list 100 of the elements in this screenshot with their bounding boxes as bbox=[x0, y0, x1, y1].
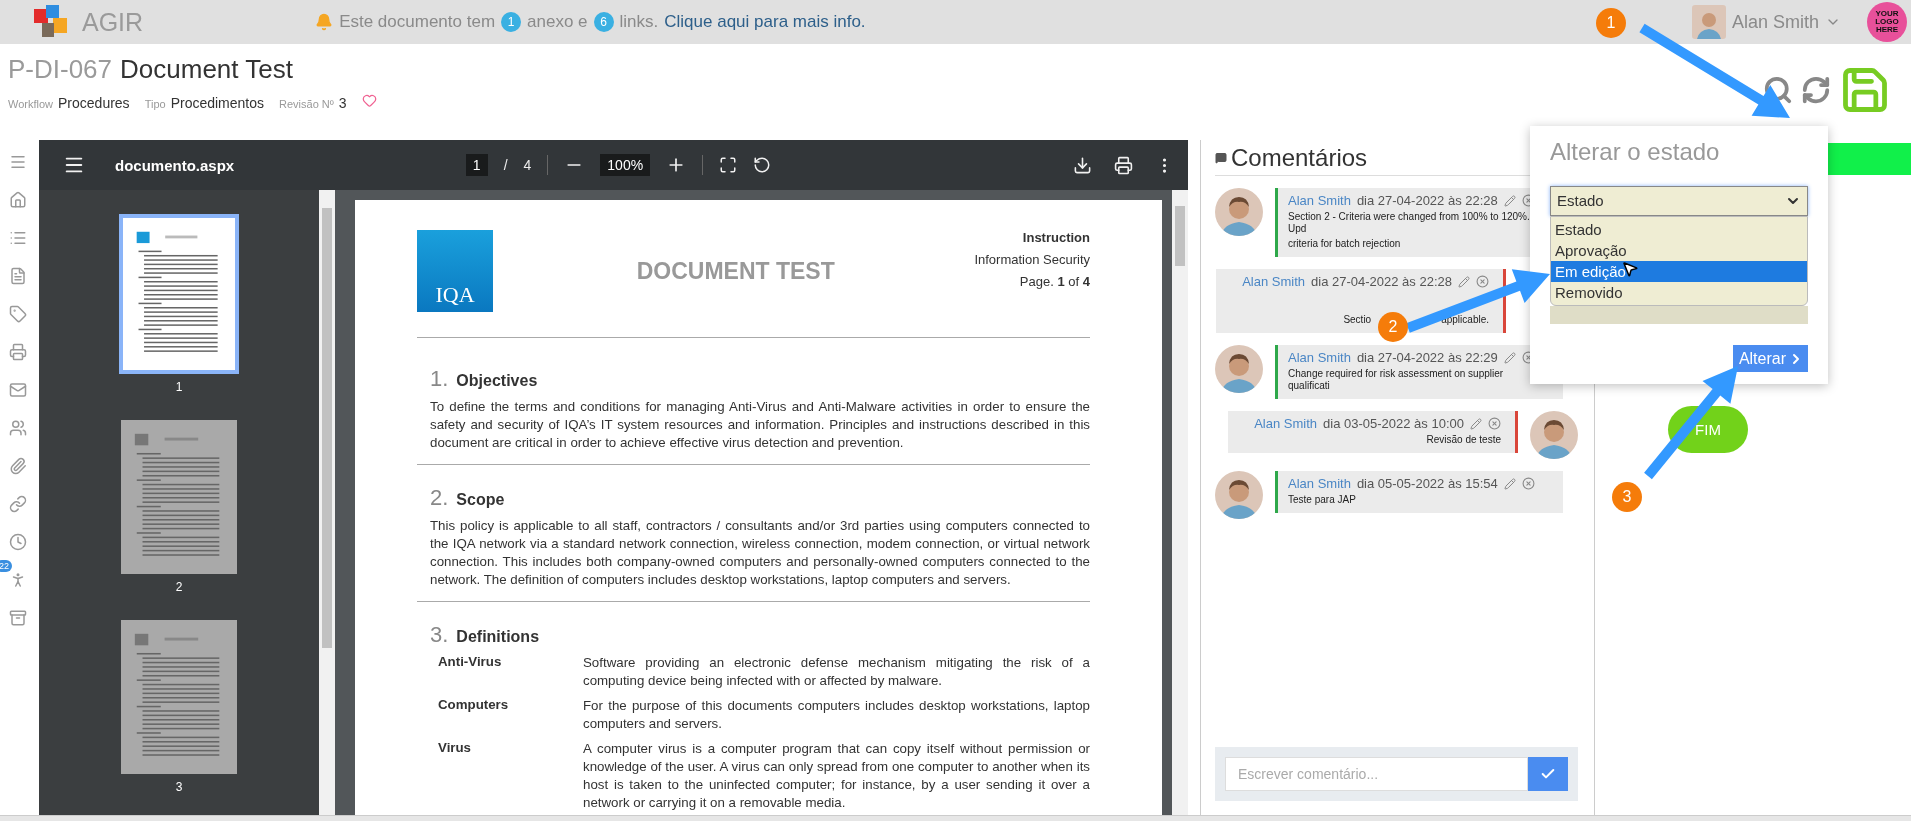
page-number-field[interactable]: 1 bbox=[465, 154, 488, 176]
option[interactable]: Estado bbox=[1551, 218, 1807, 240]
notice-text: Este documento tem bbox=[339, 12, 496, 32]
attachment-count: 1 bbox=[501, 12, 522, 32]
tag-icon[interactable] bbox=[9, 305, 27, 323]
comment-text: Sectio bbox=[1343, 314, 1372, 326]
meta-label: Workflow bbox=[8, 98, 54, 110]
comment-author[interactable]: Alan Smith bbox=[1288, 350, 1351, 365]
comment-author[interactable]: Alan Smith bbox=[1288, 476, 1351, 491]
comment-author[interactable]: Alan Smith bbox=[1242, 274, 1306, 289]
zoom-field[interactable]: 100% bbox=[600, 154, 651, 176]
archive-icon[interactable] bbox=[9, 609, 27, 627]
delete-icon[interactable] bbox=[1488, 417, 1501, 430]
iqa-logo: IQA bbox=[417, 230, 493, 312]
section-number: 3. bbox=[430, 622, 449, 648]
definition-text: For the purpose of this documents computers includes desktop workstations, laptop computers and servers. bbox=[583, 697, 1090, 733]
user-avatar[interactable] bbox=[1691, 5, 1726, 39]
scrollbar[interactable] bbox=[319, 190, 335, 815]
edit-icon[interactable] bbox=[1458, 275, 1470, 288]
download-icon[interactable] bbox=[1073, 155, 1092, 175]
option[interactable]: Aprovação bbox=[1551, 239, 1807, 261]
mail-icon[interactable] bbox=[9, 381, 27, 399]
meta-label: Tipo bbox=[144, 98, 166, 110]
popover-title: Alterar o estado bbox=[1550, 138, 1721, 166]
page-thumbnail[interactable] bbox=[119, 214, 239, 374]
file-name: documento.aspx bbox=[115, 156, 235, 174]
people-icon[interactable] bbox=[9, 419, 27, 437]
definition-term: Anti-Virus bbox=[438, 654, 503, 671]
home-icon[interactable] bbox=[9, 191, 27, 209]
page-indicator: Page. 1 of 4 bbox=[1019, 274, 1090, 289]
notice-text: anexo e bbox=[527, 12, 588, 32]
count-badge: 22 bbox=[0, 560, 12, 572]
delete-icon[interactable] bbox=[1521, 477, 1535, 490]
more-info-link[interactable]: Clique aqui para mais info. bbox=[664, 12, 866, 32]
section-title: Objectives bbox=[456, 372, 538, 390]
edit-icon[interactable] bbox=[1470, 417, 1482, 430]
page-thumbnail[interactable] bbox=[121, 420, 237, 574]
section-text: This policy is applicable to all staff, contractors / consultants and/or 3rd parties using computers connected to the IQA network via a standard network connection, wireless connection, modem connection, or virtual network connection. This includes both company-owned computers and personally-owned computers connected to the network. The definition of computers includes desktop workstations, laptop computers and servers. bbox=[430, 517, 1090, 589]
comment-text: Revisão de teste bbox=[1426, 434, 1501, 446]
thumbnail-label: 1 bbox=[175, 380, 183, 394]
document-heading: DOCUMENT TEST bbox=[635, 258, 836, 285]
comments-icon bbox=[1215, 151, 1227, 164]
comment-date: dia 27-04-2022 às 22:28 bbox=[1356, 193, 1498, 208]
user-name[interactable]: Alan Smith bbox=[1731, 11, 1819, 33]
app-logo bbox=[34, 5, 68, 39]
link-icon[interactable] bbox=[9, 495, 27, 513]
state-select[interactable]: Estado bbox=[1550, 186, 1808, 216]
page-separator: / bbox=[503, 157, 508, 173]
print-icon[interactable] bbox=[1114, 155, 1133, 175]
app-name: AGIR bbox=[82, 7, 144, 37]
comment-author[interactable]: Alan Smith bbox=[1288, 193, 1351, 208]
printer-icon[interactable] bbox=[9, 343, 27, 361]
definition-text: A computer virus is a computer program that can copy itself without permission or knowledge of the user. A virus can only spread from one computer to another when its host is taken to the uninfected computer; for instance, by a user sending it over a network or carrying it on a removable media. bbox=[583, 740, 1090, 812]
option[interactable]: Removido bbox=[1551, 281, 1807, 303]
clock-icon[interactable] bbox=[9, 533, 27, 551]
change-button[interactable]: Alterar bbox=[1732, 345, 1808, 372]
comment-author[interactable]: Alan Smith bbox=[1254, 416, 1318, 431]
step-badge: 2 bbox=[1378, 312, 1408, 342]
section-title: Definitions bbox=[456, 628, 540, 646]
section-number: 2. bbox=[430, 485, 449, 511]
thumbnail-label: 2 bbox=[175, 580, 183, 594]
document-code: P-DI-067 bbox=[8, 54, 113, 85]
edit-icon[interactable] bbox=[1503, 194, 1516, 207]
meta-value: Procedures bbox=[58, 95, 130, 111]
edit-icon[interactable] bbox=[1503, 477, 1516, 490]
comment-date: dia 03-05-2022 às 10:00 bbox=[1323, 416, 1464, 431]
thumbnail-label: 3 bbox=[175, 780, 183, 794]
edit-icon[interactable] bbox=[1503, 351, 1516, 364]
scrollbar[interactable] bbox=[1172, 190, 1188, 815]
favorite-heart-icon[interactable] bbox=[361, 93, 377, 108]
comment-date: dia 27-04-2022 às 22:29 bbox=[1356, 350, 1498, 365]
rotate-icon[interactable] bbox=[753, 156, 772, 174]
document-icon[interactable] bbox=[9, 267, 27, 285]
send-button[interactable] bbox=[1528, 757, 1568, 791]
meta-label: Revisão Nº bbox=[279, 98, 334, 110]
notice-text: links. bbox=[619, 12, 659, 32]
comment-input[interactable]: Escrever comentário... bbox=[1225, 757, 1528, 791]
comment-text: Change required for risk assessment on supplier qualificati bbox=[1288, 368, 1505, 392]
option[interactable]: Em edição bbox=[1551, 260, 1807, 282]
definition-term: Computers bbox=[438, 697, 510, 714]
page-thumbnail[interactable] bbox=[121, 620, 237, 774]
comments-title: Comentários bbox=[1231, 143, 1368, 172]
delete-icon[interactable] bbox=[1476, 275, 1489, 288]
document-title: Document Test bbox=[120, 54, 293, 85]
list-icon[interactable] bbox=[9, 229, 27, 247]
link-count: 6 bbox=[593, 12, 614, 32]
meta-value: 3 bbox=[338, 95, 347, 111]
paperclip-icon[interactable] bbox=[9, 457, 27, 475]
refresh-icon[interactable] bbox=[1801, 75, 1831, 105]
definition-text: Software providing an electronic defense mechanism mitigating the risk of a computing device being infected with or affected by malware. bbox=[583, 654, 1090, 690]
fit-page-icon[interactable] bbox=[719, 156, 738, 174]
comment-text: Teste para JAP bbox=[1288, 494, 1356, 506]
bell-icon bbox=[315, 13, 334, 31]
comment-text: applicable. bbox=[1441, 314, 1489, 326]
document-type: Instruction bbox=[1022, 230, 1090, 245]
comment-text: criteria for batch rejection bbox=[1288, 238, 1401, 250]
step-badge: 3 bbox=[1612, 482, 1642, 512]
definition-term: Virus bbox=[438, 740, 472, 757]
company-logo: YOUR LOGO HERE bbox=[1867, 2, 1907, 42]
section-number: 1. bbox=[430, 366, 449, 392]
